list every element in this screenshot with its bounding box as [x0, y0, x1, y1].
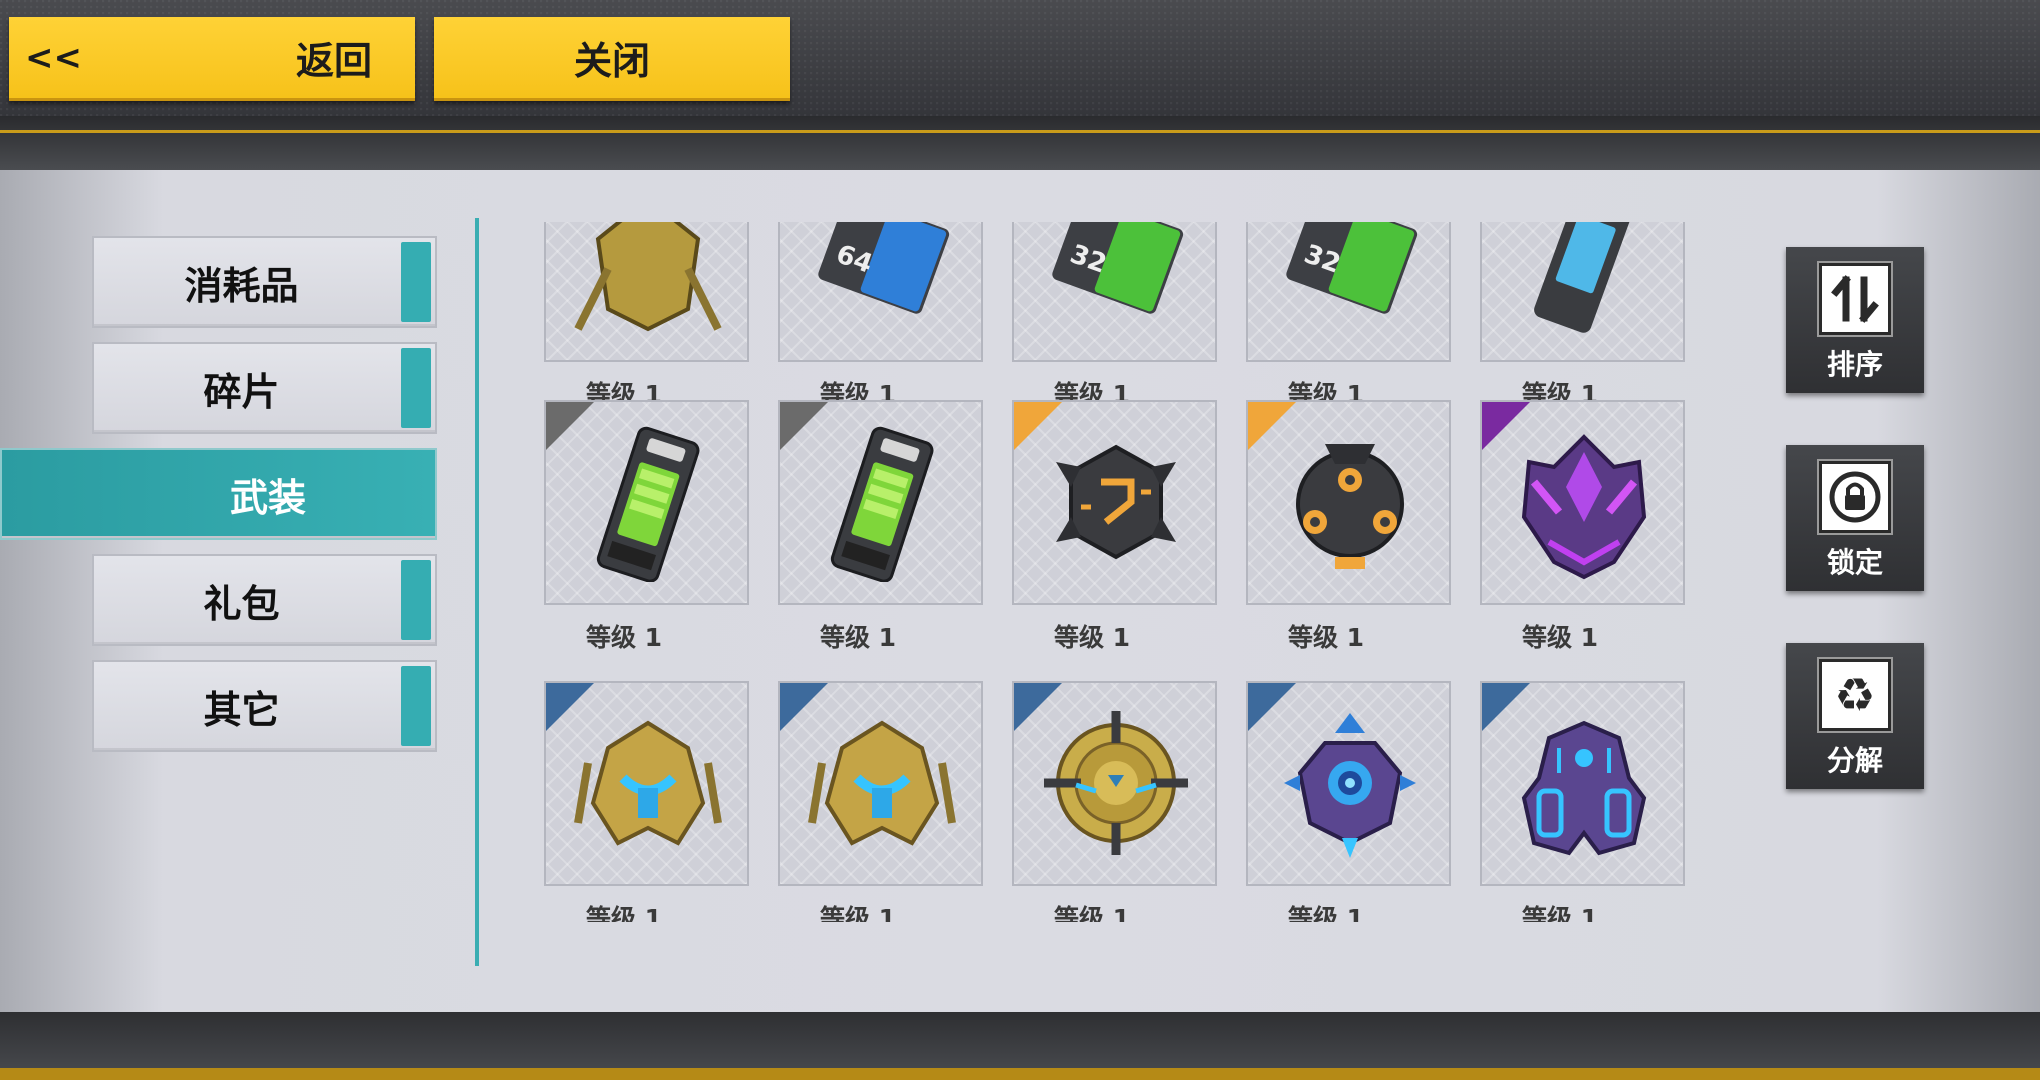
back-label: 返回 [296, 39, 373, 83]
category-gift-packs[interactable]: 礼包 [92, 554, 437, 646]
category-armament[interactable]: 武装 [0, 448, 437, 540]
lock-label: 锁定 [1826, 546, 1883, 579]
decompose-label: 分解 [1826, 744, 1883, 777]
category-others[interactable]: 其它 [92, 660, 437, 752]
item-frame [1480, 400, 1685, 605]
item-level: 等级 1 [585, 623, 663, 652]
category-tab-marker [401, 348, 431, 428]
decompose-button[interactable]: ♻ 分解 [1786, 643, 1924, 789]
category-fragments[interactable]: 碎片 [92, 342, 437, 434]
item-frame [1480, 681, 1685, 886]
item-level: 等级 1 [819, 904, 897, 922]
close-label: 关闭 [573, 39, 650, 83]
category-label: 礼包 [203, 581, 280, 626]
rarity-corner [546, 402, 594, 450]
item-frame [778, 400, 983, 605]
top-bar: << 返回 关闭 [0, 0, 2040, 170]
header-stripe [0, 116, 2040, 170]
item-frame: 32 [1246, 222, 1451, 362]
item-frame [1246, 400, 1451, 605]
item-level: 等级 1 [1053, 623, 1131, 652]
item-level: 等级 1 [585, 904, 663, 922]
item-level: 等级 1 [819, 623, 897, 652]
item-frame [1246, 681, 1451, 886]
recycle-icon: ♻ [1817, 657, 1893, 733]
item-level: 等级 1 [1287, 904, 1365, 922]
header-gold-line [0, 130, 2040, 133]
green-32tb-chip-icon: 32 [1052, 222, 1184, 314]
blue-64tb-chip-icon: 64 [818, 222, 950, 314]
rarity-corner [780, 402, 828, 450]
category-tab-marker [401, 666, 431, 746]
rarity-corner [780, 683, 828, 731]
item-level: 等级 1 [1521, 623, 1599, 652]
item-frame [1480, 222, 1685, 362]
lock-button[interactable]: 锁定 [1786, 445, 1924, 591]
category-label: 消耗品 [184, 263, 299, 308]
item-frame [1012, 400, 1217, 605]
category-label: 武装 [230, 475, 307, 520]
gold-drone-icon [574, 222, 722, 332]
rarity-corner [546, 683, 594, 731]
sort-label: 排序 [1826, 348, 1883, 381]
rarity-corner [1014, 683, 1062, 731]
close-button[interactable]: 关闭 [434, 17, 790, 101]
item-frame [778, 681, 983, 886]
item-frame [1012, 681, 1217, 886]
back-button[interactable]: << 返回 [9, 17, 415, 101]
rarity-corner [1248, 402, 1296, 450]
back-chevron-icon: << [25, 37, 82, 78]
footer-gold-trim [0, 1068, 2040, 1080]
category-tab-marker [401, 242, 431, 322]
category-label: 碎片 [203, 369, 280, 414]
blue-battery-icon [1534, 222, 1634, 333]
item-grid[interactable]: 等级 1 64 等级 1 32 等级 1 32 等级 1 等级 1 等级 1 等… [530, 222, 1710, 922]
item-frame: 64 [778, 222, 983, 362]
item-level: 等级 1 [1521, 904, 1599, 922]
item-frame [544, 681, 749, 886]
category-tab-marker [401, 560, 431, 640]
category-consumables[interactable]: 消耗品 [92, 236, 437, 328]
item-level: 等级 1 [1053, 904, 1131, 922]
footer-bar [0, 1012, 2040, 1068]
rarity-corner [1248, 683, 1296, 731]
rarity-corner [1014, 402, 1062, 450]
item-frame [544, 222, 749, 362]
rarity-corner [1482, 683, 1530, 731]
item-frame [544, 400, 749, 605]
sort-icon [1817, 261, 1893, 337]
lock-icon [1817, 459, 1893, 535]
item-level: 等级 1 [1287, 623, 1365, 652]
rarity-corner [1482, 402, 1530, 450]
item-frame: 32 [1012, 222, 1217, 362]
green-32tb-chip-icon: 32 [1286, 222, 1418, 314]
sort-button[interactable]: 排序 [1786, 247, 1924, 393]
divider-line [475, 218, 479, 966]
category-label: 其它 [203, 687, 280, 732]
